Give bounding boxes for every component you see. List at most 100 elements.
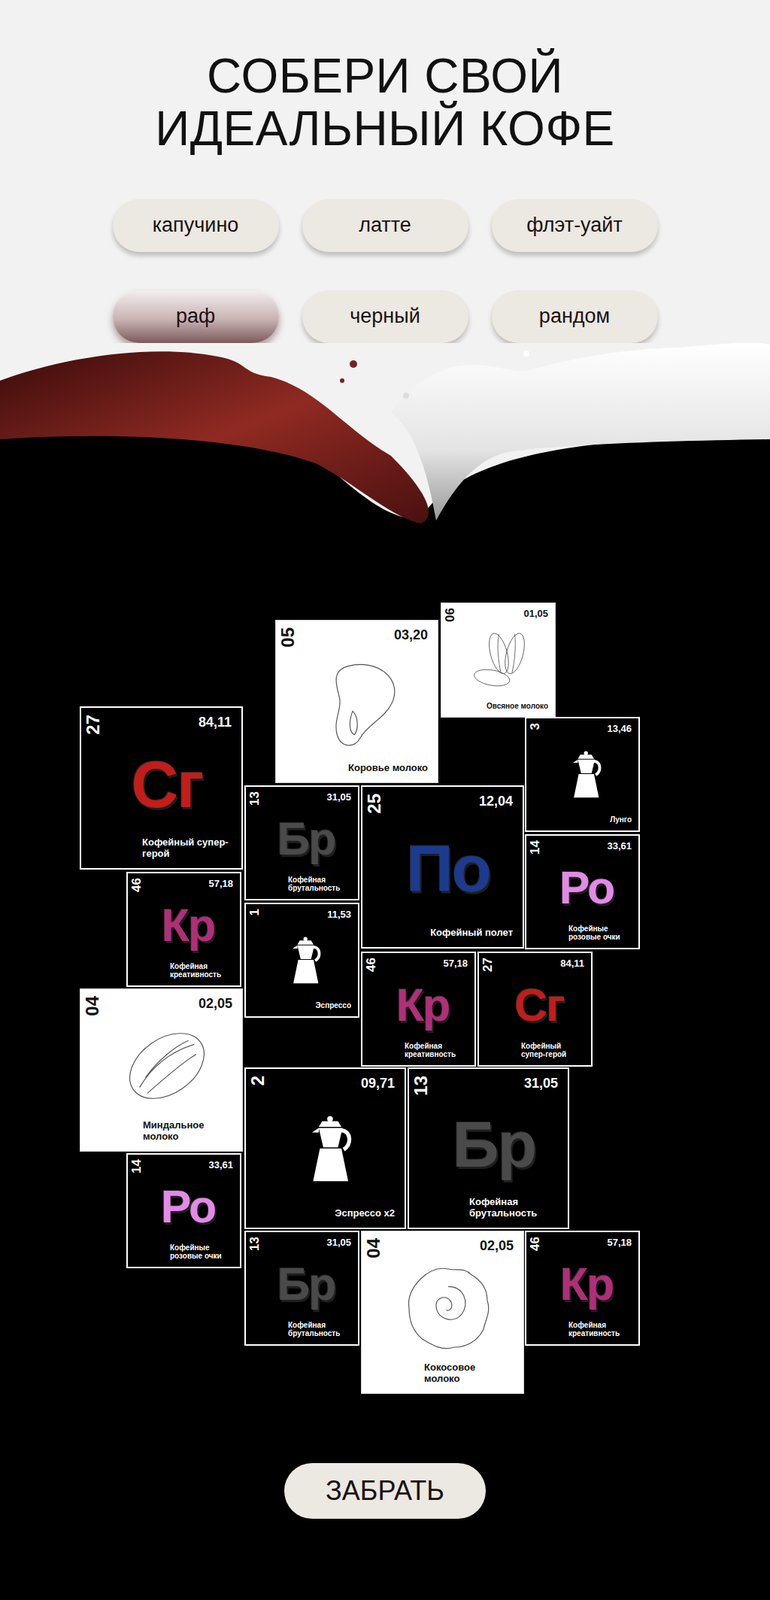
tile-name: Кофейная брутальность <box>287 1320 352 1338</box>
tile-weight: 03,20 <box>394 627 428 644</box>
tile-number: 3 <box>528 722 542 730</box>
coffee-option-button[interactable]: черный <box>302 290 469 343</box>
element-tile[interactable]: 1331,05БрКофейная брутальность <box>244 1230 360 1346</box>
tile-art: Cг <box>494 968 585 1041</box>
oat-grains-icon <box>467 625 537 695</box>
tile-weight: 12,04 <box>478 793 513 810</box>
page-title: СОБЕРИ СВОЙИДЕАЛЬНЫЙ КОФЕ <box>154 49 615 156</box>
tile-number: 46 <box>528 1236 542 1251</box>
title-line: СОБЕРИ СВОЙ <box>154 49 615 103</box>
tile-name: Кофейная креативность <box>169 961 234 980</box>
tile-number: 13 <box>248 1236 261 1251</box>
tile-art: Кр <box>142 888 234 961</box>
tile-symbol: Cг <box>514 982 564 1028</box>
tile-name: Кофейная креативность <box>568 1320 632 1338</box>
tile-symbol: По <box>406 835 491 901</box>
tile-weight: 57,18 <box>442 957 468 970</box>
element-tile[interactable]: 14 33,61 Ро Кофейные розовые очки <box>126 1152 242 1268</box>
element-tile[interactable]: 0402,05Кокосовое молоко <box>360 1230 525 1394</box>
coffee-option-button[interactable]: латте <box>302 199 469 252</box>
element-tile[interactable]: 4657,18КрКофейная креативность <box>360 951 476 1067</box>
element-tile[interactable]: 2784,11CгКофейный супер-герой <box>477 951 593 1067</box>
tile-weight: 31,05 <box>524 1075 558 1092</box>
tile-art <box>456 618 549 702</box>
tile-name: Кофейный супер-герой <box>142 836 232 860</box>
element-tile[interactable]: 209,71Эспрессо x2 <box>244 1067 407 1229</box>
tile-symbol: Бр <box>276 1261 335 1307</box>
tile-art <box>266 1091 395 1207</box>
coffee-milk-splash <box>0 342 770 531</box>
tile-art: Бр <box>260 1247 352 1320</box>
element-tile[interactable]: 0503,20Коровье молоко <box>275 619 439 783</box>
tile-weight: 57,18 <box>606 1236 632 1249</box>
tile-weight: 33,61 <box>208 1158 234 1171</box>
element-tile[interactable]: 1433,61РоКофейные розовые очки <box>524 833 640 949</box>
element-tile[interactable]: 04 02,05 Миндальное молоко <box>79 988 243 1152</box>
tile-symbol: Cг <box>130 751 203 817</box>
tile-number: 04 <box>83 995 102 1016</box>
element-tile[interactable]: 0601,05Овсяное молоко <box>440 602 556 718</box>
tile-number: 06 <box>443 607 457 622</box>
tile-art: Бр <box>260 802 352 875</box>
milk-drop-icon <box>313 654 412 752</box>
element-tile[interactable]: 13 31,05 Бр Кофейная брутальность <box>244 785 360 901</box>
tile-name: Кофейный супер-герой <box>521 1041 585 1059</box>
tile-name: Кофейная креативность <box>404 1041 468 1059</box>
tile-number: 05 <box>278 627 298 648</box>
element-tile[interactable]: 111,53Эспрессо <box>244 902 360 1018</box>
tile-name: Кофейная брутальность <box>469 1196 558 1219</box>
tile-art: Кр <box>377 968 468 1041</box>
tile-art <box>101 1011 233 1120</box>
tile-art <box>260 919 352 1001</box>
element-tile[interactable]: 313,46Лунго <box>524 716 640 832</box>
tile-symbol: Ро <box>160 1183 216 1230</box>
tile-art <box>541 733 632 816</box>
tile-symbol: Бр <box>276 815 335 862</box>
tile-name: Миндальное молоко <box>142 1119 233 1143</box>
tile-weight: 02,05 <box>198 995 233 1013</box>
header: СОБЕРИ СВОЙИДЕАЛЬНЫЙ КОФЕ капучино латтефл… <box>0 0 770 343</box>
tile-number: 13 <box>412 1075 431 1096</box>
tile-number: 2 <box>248 1075 267 1086</box>
page: СОБЕРИ СВОЙИДЕАЛЬНЫЙ КОФЕ капучино латтефл… <box>0 0 770 1600</box>
tile-name: Лунго <box>609 815 632 825</box>
moka-pot-icon <box>287 936 326 985</box>
element-tile[interactable]: 2784,11CгКофейный супер-герой <box>79 706 243 870</box>
coffee-option-button[interactable]: флэт-уайт <box>491 199 658 252</box>
tile-number: 1 <box>248 908 261 916</box>
tile-symbol: Бр <box>452 1111 536 1177</box>
tile-symbol: Кр <box>161 902 216 949</box>
tile-art <box>382 1253 514 1362</box>
take-button[interactable]: ЗАБРАТЬ <box>284 1462 486 1519</box>
tile-number: 46 <box>130 877 143 892</box>
tile-weight: 33,61 <box>606 839 632 852</box>
tile-weight: 31,05 <box>326 791 352 804</box>
coffee-option-button[interactable]: раф <box>112 290 279 343</box>
tile-weight: 84,11 <box>560 957 585 970</box>
tile-name: Кофейная брутальность <box>287 875 352 893</box>
tile-number: 27 <box>84 714 103 735</box>
tile-weight: 01,05 <box>523 607 549 620</box>
tile-number: 14 <box>130 1158 143 1174</box>
tile-number: 25 <box>365 793 384 814</box>
tile-weight: 57,18 <box>208 877 234 890</box>
tile-art: По <box>383 809 513 927</box>
tile-name: Кофейные розовые очки <box>169 1242 234 1261</box>
coffee-option-button[interactable]: капучино <box>112 199 279 252</box>
element-tile[interactable]: 46 57,18 Кр Кофейная креативность <box>126 871 242 987</box>
tile-art: Cг <box>102 730 232 837</box>
tile-name: Кофейные розовые очки <box>568 924 632 942</box>
coffee-options: капучино латте флэт-уайт раф черный рандом <box>112 199 658 343</box>
title-line: ИДЕАЛЬНЫЙ КОФЕ <box>154 102 615 155</box>
tile-number: 04 <box>364 1237 383 1259</box>
tile-symbol: Ро <box>559 864 614 911</box>
element-tile[interactable]: 4657,18КрКофейная креативность <box>524 1230 640 1346</box>
coconut-icon <box>399 1258 498 1357</box>
coffee-option-button[interactable]: рандом <box>491 290 658 343</box>
tile-symbol: Кр <box>396 982 450 1028</box>
tile-number: 13 <box>248 791 261 806</box>
element-tile[interactable]: 2512,04ПоКофейный полет <box>360 785 525 949</box>
almond-icon <box>118 1016 216 1115</box>
element-tile[interactable]: 13 31,05 Бр Кофейная брутальность <box>407 1067 570 1229</box>
tile-art: Бр <box>430 1091 558 1197</box>
